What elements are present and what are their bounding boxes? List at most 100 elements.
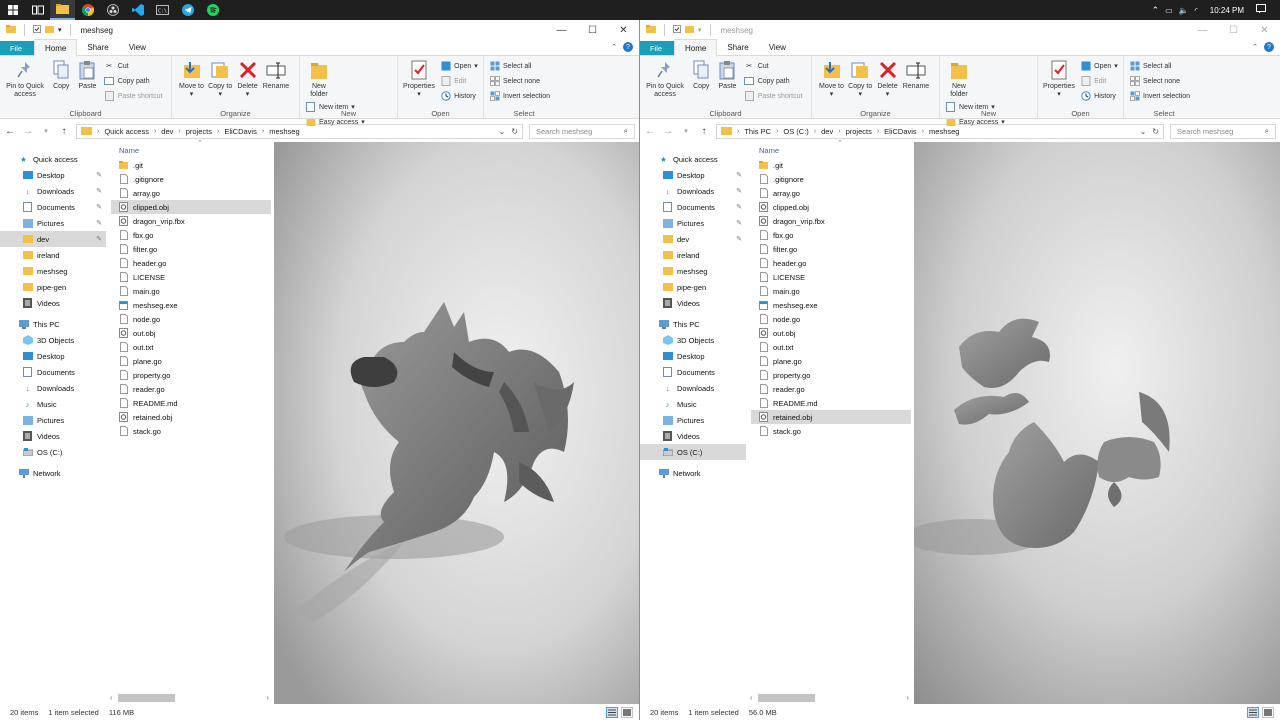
nav-this-pc[interactable]: This PC xyxy=(640,316,746,332)
pin-icon[interactable]: ✎ xyxy=(736,203,742,211)
nav-network[interactable]: Network xyxy=(640,465,746,481)
file-row[interactable]: stack.go xyxy=(751,424,911,438)
tab-share[interactable]: Share xyxy=(717,39,758,55)
file-row[interactable]: out.obj xyxy=(111,326,271,340)
tab-view[interactable]: View xyxy=(119,39,156,55)
column-header-name[interactable]: ⌃ Name xyxy=(751,140,911,158)
file-row[interactable]: LICENSE xyxy=(751,270,911,284)
pin-icon[interactable]: ✎ xyxy=(736,235,742,243)
checkbox-qat-icon[interactable] xyxy=(33,25,41,35)
copy-path-button[interactable]: Copy path xyxy=(744,75,803,87)
new-folder-button[interactable]: New folder xyxy=(947,58,971,99)
breadcrumb-item[interactable]: OS (C:) xyxy=(783,127,808,136)
file-row[interactable]: LICENSE xyxy=(111,270,271,284)
nav-ireland[interactable]: ireland xyxy=(640,247,746,263)
scroll-left-icon[interactable]: ‹ xyxy=(110,695,112,702)
pin-quick-access-button[interactable]: Pin to Quick access xyxy=(4,58,46,99)
up-icon[interactable]: ↑ xyxy=(698,126,710,137)
nav-pc-downloads[interactable]: ↓ Downloads xyxy=(640,380,746,396)
scroll-thumb[interactable] xyxy=(758,694,815,702)
file-row[interactable]: filter.go xyxy=(751,242,911,256)
select-none-button[interactable]: Select none xyxy=(1129,75,1190,87)
nav-music[interactable]: ♪ Music xyxy=(640,396,746,412)
file-row[interactable]: stack.go xyxy=(111,424,271,438)
nav-pc-downloads[interactable]: ↓ Downloads xyxy=(0,380,106,396)
nav-pipe-gen[interactable]: pipe-gen xyxy=(640,279,746,295)
move-to-button[interactable]: Move to ▾ xyxy=(819,58,844,99)
new-folder-button[interactable]: New folder xyxy=(307,58,331,99)
address-bar[interactable]: › This PC › OS (C:) › dev › projects › EliCD… xyxy=(716,123,1164,139)
select-none-button[interactable]: Select none xyxy=(489,75,550,87)
nav-pc-documents[interactable]: Documents xyxy=(640,364,746,380)
properties-button[interactable]: Properties ▾ xyxy=(403,58,435,99)
forward-icon[interactable]: → xyxy=(22,126,34,137)
select-all-button[interactable]: Select all xyxy=(489,60,550,72)
nav-pc-videos[interactable]: Videos xyxy=(640,428,746,444)
maximize-button[interactable]: ☐ xyxy=(577,20,608,40)
nav-network[interactable]: Network xyxy=(0,465,106,481)
file-row[interactable]: header.go xyxy=(111,256,271,270)
breadcrumb-item[interactable]: dev xyxy=(821,127,833,136)
help-icon[interactable]: ? xyxy=(1264,42,1274,52)
rename-button[interactable]: Rename xyxy=(263,58,289,91)
nav-ireland[interactable]: ireland xyxy=(0,247,106,263)
volume-icon[interactable]: 🔈 xyxy=(1179,6,1189,15)
tab-file[interactable]: File xyxy=(0,41,34,55)
pin-icon[interactable]: ✎ xyxy=(736,219,742,227)
file-row[interactable]: .gitignore xyxy=(751,172,911,186)
nav-videos[interactable]: Videos xyxy=(0,295,106,311)
back-icon[interactable]: ← xyxy=(644,126,656,137)
pin-icon[interactable]: ✎ xyxy=(736,187,742,195)
collapse-ribbon-icon[interactable]: ⌃ xyxy=(1252,43,1258,51)
obs-icon[interactable] xyxy=(100,0,125,20)
back-icon[interactable]: ← xyxy=(4,126,16,137)
open-button[interactable]: Open ▾ xyxy=(440,60,478,72)
maximize-button[interactable]: ☐ xyxy=(1218,20,1249,40)
delete-button[interactable]: Delete ▾ xyxy=(237,58,259,99)
spotify-icon[interactable] xyxy=(200,0,225,20)
close-button[interactable]: ✕ xyxy=(608,20,639,40)
recent-dropdown-icon[interactable]: ▾ xyxy=(40,127,52,135)
network-tray-icon[interactable]: ▭ xyxy=(1165,6,1173,15)
nav-desktop[interactable]: Desktop ✎ xyxy=(0,167,106,183)
nav-pictures[interactable]: Pictures ✎ xyxy=(0,215,106,231)
new-folder-qat-icon[interactable] xyxy=(45,25,54,35)
vscode-icon[interactable] xyxy=(125,0,150,20)
file-row[interactable]: .git xyxy=(751,158,911,172)
file-row[interactable]: property.go xyxy=(751,368,911,382)
new-folder-qat-icon[interactable] xyxy=(685,25,694,35)
scroll-left-icon[interactable]: ‹ xyxy=(750,695,752,702)
copy-to-button[interactable]: Copy to ▾ xyxy=(208,58,232,99)
chevron-up-icon[interactable]: ⌃ xyxy=(1152,5,1160,16)
file-row[interactable]: node.go xyxy=(751,312,911,326)
forward-icon[interactable]: → xyxy=(662,126,674,137)
nav-os-drive[interactable]: OS (C:) xyxy=(0,444,106,460)
nav-pc-desktop[interactable]: Desktop xyxy=(0,348,106,364)
file-row[interactable]: fbx.go xyxy=(111,228,271,242)
breadcrumb-item[interactable]: Quick access xyxy=(104,127,149,136)
file-explorer-taskbar-icon[interactable] xyxy=(50,0,75,20)
file-row[interactable]: clipped.obj xyxy=(751,200,911,214)
nav-documents[interactable]: Documents ✎ xyxy=(0,199,106,215)
refresh-icon[interactable]: ↻ xyxy=(511,127,518,136)
file-row[interactable]: meshseg.exe xyxy=(111,298,271,312)
nav-music[interactable]: ♪ Music xyxy=(0,396,106,412)
tab-share[interactable]: Share xyxy=(77,39,118,55)
pin-icon[interactable]: ✎ xyxy=(96,235,102,243)
breadcrumb-item[interactable]: projects xyxy=(846,127,872,136)
breadcrumb-item[interactable]: projects xyxy=(186,127,212,136)
copy-to-button[interactable]: Copy to ▾ xyxy=(848,58,872,99)
file-row[interactable]: plane.go xyxy=(751,354,911,368)
properties-button[interactable]: Properties ▾ xyxy=(1043,58,1075,99)
file-row[interactable]: node.go xyxy=(111,312,271,326)
start-icon[interactable] xyxy=(0,0,25,20)
select-all-button[interactable]: Select all xyxy=(1129,60,1190,72)
nav-3d-objects[interactable]: 3D Objects xyxy=(640,332,746,348)
pin-icon[interactable]: ✎ xyxy=(96,187,102,195)
file-row[interactable]: reader.go xyxy=(751,382,911,396)
invert-selection-button[interactable]: Invert selection xyxy=(1129,90,1190,102)
nav-documents[interactable]: Documents ✎ xyxy=(640,199,746,215)
breadcrumb-item[interactable]: EliCDavis xyxy=(884,127,917,136)
paste-shortcut-button[interactable]: Paste shortcut xyxy=(744,90,802,102)
copy-button[interactable]: Copy xyxy=(50,58,72,91)
